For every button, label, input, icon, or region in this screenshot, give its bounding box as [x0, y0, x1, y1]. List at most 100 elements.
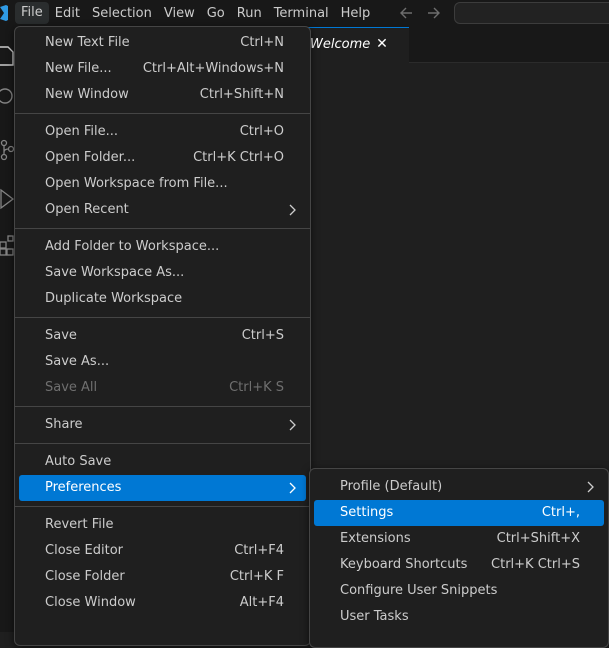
- shortcut-label: Ctrl+,: [541, 505, 580, 520]
- file-menu-item-auto-save[interactable]: Auto Save: [19, 449, 306, 475]
- command-center-search[interactable]: [454, 2, 609, 24]
- menu-run[interactable]: Run: [231, 0, 268, 27]
- menu-selection[interactable]: Selection: [86, 0, 158, 27]
- shortcut-label: Ctrl+K F: [229, 569, 284, 584]
- menu-item-label: Save All: [45, 380, 98, 395]
- file-menu-item-share[interactable]: Share: [19, 412, 306, 438]
- chevron-right-icon: [288, 475, 296, 501]
- shortcut-label: Ctrl+Shift+N: [199, 87, 284, 102]
- menu-item-label: New File...: [45, 61, 112, 76]
- file-menu-item-new-text-file[interactable]: New Text File Ctrl+N: [19, 30, 306, 56]
- file-menu-item-save[interactable]: Save Ctrl+S: [19, 323, 306, 349]
- menu-item-label: Open File...: [45, 124, 119, 139]
- menu-item-label: User Tasks: [340, 609, 409, 624]
- chevron-right-icon: [288, 412, 296, 438]
- file-menu-item-open-recent[interactable]: Open Recent: [19, 197, 306, 223]
- menu-separator: [15, 317, 310, 318]
- menu-item-label: Save: [45, 328, 77, 343]
- menu-item-label: Keyboard Shortcuts: [340, 557, 468, 572]
- shortcut-label: Ctrl+S: [241, 328, 284, 343]
- file-menu-item-close-editor[interactable]: Close Editor Ctrl+F4: [19, 538, 306, 564]
- menu-item-label: Save As...: [45, 354, 110, 369]
- menu-item-label: New Window: [45, 87, 129, 102]
- file-menu-item-save-workspace-as[interactable]: Save Workspace As...: [19, 260, 306, 286]
- file-menu-item-save-as[interactable]: Save As...: [19, 349, 306, 375]
- extensions-icon[interactable]: [0, 233, 14, 257]
- search-icon[interactable]: [0, 85, 14, 109]
- menu-item-label: Open Workspace from File...: [45, 176, 228, 191]
- file-menu-item-save-all: Save All Ctrl+K S: [19, 375, 306, 401]
- menu-item-label: Duplicate Workspace: [45, 291, 183, 306]
- file-menu-item-open-workspace-from-file[interactable]: Open Workspace from File...: [19, 171, 306, 197]
- menu-view[interactable]: View: [158, 0, 201, 27]
- file-menu: New Text File Ctrl+N New File... Ctrl+Alt+W…: [14, 26, 311, 646]
- file-menu-item-close-folder[interactable]: Close Folder Ctrl+K F: [19, 564, 306, 590]
- menu-item-label: Open Folder...: [45, 150, 136, 165]
- arrow-left-icon[interactable]: [399, 4, 415, 22]
- menu-edit[interactable]: Edit: [49, 0, 86, 27]
- title-bar: File Edit Selection View Go Run Terminal Help: [0, 0, 609, 27]
- menu-item-label: Close Editor: [45, 543, 124, 558]
- activity-bar: [0, 27, 15, 632]
- menu-item-label: Save Workspace As...: [45, 265, 185, 280]
- shortcut-label: Alt+F4: [239, 595, 284, 610]
- menu-item-label: Settings: [340, 505, 394, 520]
- menu-item-label: Add Folder to Workspace...: [45, 239, 220, 254]
- menu-separator: [15, 228, 310, 229]
- menu-item-label: Close Window: [45, 595, 136, 610]
- tab-welcome[interactable]: Welcome ✕: [302, 27, 409, 63]
- shortcut-label: Ctrl+O: [239, 124, 284, 139]
- file-menu-item-revert-file[interactable]: Revert File: [19, 512, 306, 538]
- menu-item-label: New Text File: [45, 35, 130, 50]
- shortcut-label: Ctrl+K Ctrl+S: [491, 557, 580, 572]
- vscode-logo-icon: [0, 5, 8, 21]
- shortcut-label: Ctrl+Alt+Windows+N: [142, 61, 284, 76]
- menu-item-label: Share: [45, 417, 83, 432]
- menu-separator: [15, 406, 310, 407]
- menu-separator: [15, 506, 310, 507]
- file-menu-item-open-folder[interactable]: Open Folder... Ctrl+K Ctrl+O: [19, 145, 306, 171]
- menu-item-label: Revert File: [45, 517, 114, 532]
- shortcut-label: Ctrl+K Ctrl+O: [193, 150, 284, 165]
- preferences-item-configure-user-snippets[interactable]: Configure User Snippets: [314, 578, 604, 604]
- shortcut-label: Ctrl+Shift+X: [496, 531, 580, 546]
- file-menu-item-preferences[interactable]: Preferences: [19, 475, 306, 501]
- shortcut-label: Ctrl+F4: [234, 543, 284, 558]
- menu-item-label: Preferences: [45, 480, 122, 495]
- tab-label: Welcome: [310, 37, 371, 52]
- chevron-right-icon: [288, 197, 296, 223]
- menu-item-label: Auto Save: [45, 454, 112, 469]
- chevron-right-icon: [586, 474, 594, 500]
- file-menu-item-duplicate-workspace[interactable]: Duplicate Workspace: [19, 286, 306, 312]
- shortcut-label: Ctrl+K S: [229, 380, 284, 395]
- file-menu-item-open-file[interactable]: Open File... Ctrl+O: [19, 119, 306, 145]
- arrow-right-icon[interactable]: [425, 4, 441, 22]
- explorer-icon[interactable]: [0, 43, 14, 67]
- menu-item-label: Open Recent: [45, 202, 129, 217]
- close-icon[interactable]: ✕: [374, 36, 390, 52]
- menu-separator: [15, 113, 310, 114]
- menu-bar: File Edit Selection View Go Run Terminal Help: [15, 0, 376, 27]
- preferences-item-user-tasks[interactable]: User Tasks: [314, 604, 604, 630]
- preferences-item-profile-default[interactable]: Profile (Default): [314, 474, 604, 500]
- menu-separator: [15, 443, 310, 444]
- shortcut-label: Ctrl+N: [240, 35, 284, 50]
- menu-item-label: Close Folder: [45, 569, 125, 584]
- preferences-submenu: Profile (Default) Settings Ctrl+, Extension…: [309, 468, 609, 648]
- menu-go[interactable]: Go: [201, 0, 231, 27]
- menu-item-label: Extensions: [340, 531, 411, 546]
- preferences-item-extensions[interactable]: Extensions Ctrl+Shift+X: [314, 526, 604, 552]
- run-debug-icon[interactable]: [0, 187, 15, 211]
- preferences-item-keyboard-shortcuts[interactable]: Keyboard Shortcuts Ctrl+K Ctrl+S: [314, 552, 604, 578]
- menu-item-label: Profile (Default): [340, 479, 443, 494]
- source-control-icon[interactable]: [0, 137, 15, 161]
- menu-help[interactable]: Help: [335, 0, 377, 27]
- menu-terminal[interactable]: Terminal: [268, 0, 335, 27]
- file-menu-item-close-window[interactable]: Close Window Alt+F4: [19, 590, 306, 616]
- file-menu-item-new-window[interactable]: New Window Ctrl+Shift+N: [19, 82, 306, 108]
- file-menu-item-add-folder-to-workspace[interactable]: Add Folder to Workspace...: [19, 234, 306, 260]
- menu-item-label: Configure User Snippets: [340, 583, 498, 598]
- menu-file[interactable]: File: [15, 2, 49, 24]
- file-menu-item-new-file[interactable]: New File... Ctrl+Alt+Windows+N: [19, 56, 306, 82]
- preferences-item-settings[interactable]: Settings Ctrl+,: [314, 500, 604, 526]
